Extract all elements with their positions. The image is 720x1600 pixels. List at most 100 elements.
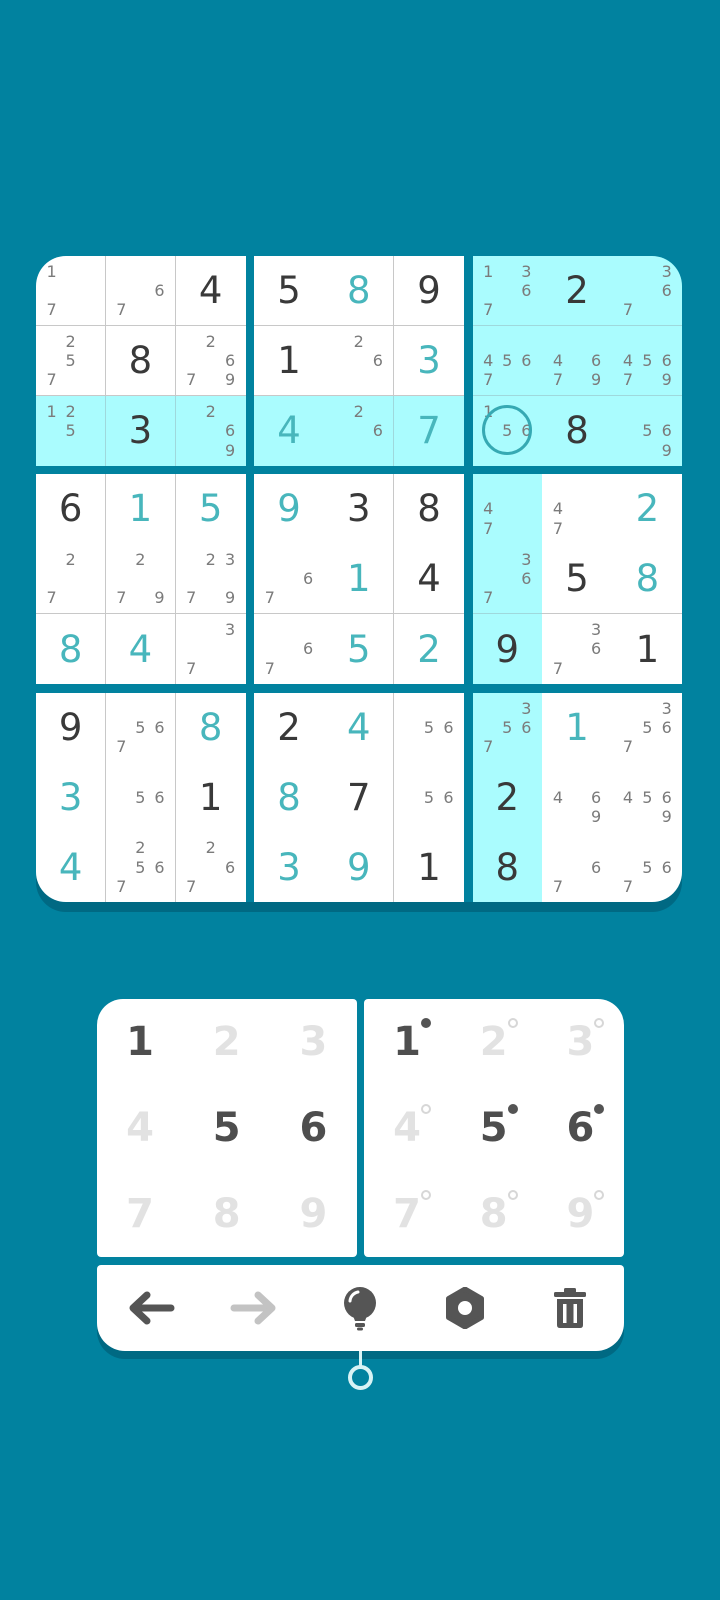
board-cell-r3c9[interactable]: 569 (612, 395, 682, 466)
board-cell-r5c8[interactable]: 5 (542, 544, 613, 615)
note-key-3[interactable]: 3 (537, 999, 623, 1085)
board-cell-r1c1[interactable]: 17 (36, 256, 107, 327)
value-key-8[interactable]: 8 (184, 1171, 270, 1257)
note-key-7[interactable]: 7 (364, 1171, 450, 1257)
undo-button[interactable] (97, 1265, 202, 1351)
board-cell-r6c5[interactable]: 5 (324, 613, 395, 685)
value-key-2[interactable]: 2 (184, 999, 270, 1085)
board-cell-r6c9[interactable]: 1 (612, 613, 682, 685)
board-cell-r1c4[interactable]: 5 (254, 256, 325, 327)
board-cell-r8c4[interactable]: 8 (254, 762, 325, 833)
board-cell-r7c7[interactable]: 356 7 (472, 692, 543, 763)
note-key-1[interactable]: 1 (364, 999, 450, 1085)
board-cell-r6c3[interactable]: 37 (175, 613, 246, 685)
board-cell-r4c6[interactable]: 8 (393, 474, 465, 545)
board-cell-r5c6[interactable]: 4 (393, 544, 465, 615)
board-cell-r8c3[interactable]: 1 (175, 762, 246, 833)
hint-button[interactable] (307, 1265, 412, 1351)
board-cell-r1c3[interactable]: 4 (175, 256, 246, 327)
note-key-4[interactable]: 4 (364, 1085, 450, 1171)
note-key-5[interactable]: 5 (451, 1085, 537, 1171)
board-cell-r2c1[interactable]: 257 (36, 325, 107, 397)
board-cell-r9c3[interactable]: 26 7 (175, 832, 246, 902)
board-cell-r7c5[interactable]: 4 (324, 692, 395, 763)
board-cell-r6c2[interactable]: 4 (105, 613, 177, 685)
board-cell-r9c4[interactable]: 3 (254, 832, 325, 902)
board-cell-r8c7[interactable]: 2 (472, 762, 543, 833)
board-cell-r4c1[interactable]: 6 (36, 474, 107, 545)
board-cell-r1c8[interactable]: 2 (542, 256, 613, 327)
board-cell-r3c4[interactable]: 4 (254, 395, 325, 466)
board-cell-r2c8[interactable]: 4 6 7 9 (542, 325, 613, 397)
board-cell-r9c9[interactable]: 56 7 (612, 832, 682, 902)
value-key-4[interactable]: 4 (97, 1085, 183, 1171)
settings-button[interactable] (412, 1265, 517, 1351)
board-cell-r6c7[interactable]: 9 (472, 613, 543, 685)
board-cell-r5c3[interactable]: 23 7 9 (175, 544, 246, 615)
board-cell-r9c8[interactable]: 67 (542, 832, 613, 902)
board-cell-r7c9[interactable]: 356 7 (612, 692, 682, 763)
board-cell-r2c7[interactable]: 456 7 (472, 325, 543, 397)
note-key-9[interactable]: 9 (537, 1171, 623, 1257)
board-cell-r1c6[interactable]: 9 (393, 256, 465, 327)
note-key-8[interactable]: 8 (451, 1171, 537, 1257)
board-cell-r7c1[interactable]: 9 (36, 692, 107, 763)
value-key-3[interactable]: 3 (270, 999, 356, 1085)
board-cell-r1c5[interactable]: 8 (324, 256, 395, 327)
board-cell-r5c5[interactable]: 1 (324, 544, 395, 615)
redo-button[interactable] (202, 1265, 307, 1351)
board-cell-r4c9[interactable]: 2 (612, 474, 682, 545)
board-cell-r8c2[interactable]: 56 (105, 762, 177, 833)
board-cell-r5c9[interactable]: 8 (612, 544, 682, 615)
board-cell-r9c6[interactable]: 1 (393, 832, 465, 902)
board-cell-r7c4[interactable]: 2 (254, 692, 325, 763)
board-cell-r8c8[interactable]: 4 69 (542, 762, 613, 833)
note-key-2[interactable]: 2 (451, 999, 537, 1085)
board-cell-r4c5[interactable]: 3 (324, 474, 395, 545)
value-key-7[interactable]: 7 (97, 1171, 183, 1257)
board-cell-r6c6[interactable]: 2 (393, 613, 465, 685)
board-cell-r2c6[interactable]: 3 (393, 325, 465, 397)
board-cell-r9c5[interactable]: 9 (324, 832, 395, 902)
board-cell-r3c5[interactable]: 26 (324, 395, 395, 466)
board-cell-r2c3[interactable]: 26 7 9 (175, 325, 246, 397)
board-cell-r7c8[interactable]: 1 (542, 692, 613, 763)
board-cell-r3c1[interactable]: 125 (36, 395, 107, 466)
board-cell-r4c3[interactable]: 5 (175, 474, 246, 545)
board-cell-r9c1[interactable]: 4 (36, 832, 107, 902)
board-cell-r3c3[interactable]: 269 (175, 395, 246, 466)
board-cell-r2c9[interactable]: 456 7 9 (612, 325, 682, 397)
value-key-6[interactable]: 6 (270, 1085, 356, 1171)
board-cell-r9c2[interactable]: 256 7 (105, 832, 177, 902)
board-cell-r5c1[interactable]: 27 (36, 544, 107, 615)
note-key-6[interactable]: 6 (537, 1085, 623, 1171)
board-cell-r8c6[interactable]: 56 (393, 762, 465, 833)
board-cell-r1c9[interactable]: 36 7 (612, 256, 682, 327)
board-cell-r5c7[interactable]: 36 7 (472, 544, 543, 615)
board-cell-r4c4[interactable]: 9 (254, 474, 325, 545)
board-cell-r6c4[interactable]: 67 (254, 613, 325, 685)
panel-handle-button[interactable] (348, 1365, 373, 1390)
board-cell-r1c7[interactable]: 1 36 7 (472, 256, 543, 327)
board-cell-r3c6[interactable]: 7 (393, 395, 465, 466)
board-cell-r5c4[interactable]: 67 (254, 544, 325, 615)
board-cell-r4c8[interactable]: 47 (542, 474, 613, 545)
board-cell-r2c4[interactable]: 1 (254, 325, 325, 397)
board-cell-r7c6[interactable]: 56 (393, 692, 465, 763)
board-cell-r6c1[interactable]: 8 (36, 613, 107, 685)
board-cell-r2c2[interactable]: 8 (105, 325, 177, 397)
board-cell-r8c5[interactable]: 7 (324, 762, 395, 833)
value-key-9[interactable]: 9 (270, 1171, 356, 1257)
board-cell-r7c3[interactable]: 8 (175, 692, 246, 763)
board-cell-r8c1[interactable]: 3 (36, 762, 107, 833)
board-cell-r3c7[interactable]: 156 (472, 395, 543, 466)
board-cell-r4c2[interactable]: 1 (105, 474, 177, 545)
board-cell-r1c2[interactable]: 67 (105, 256, 177, 327)
board-cell-r6c8[interactable]: 36 7 (542, 613, 613, 685)
board-cell-r5c2[interactable]: 27 9 (105, 544, 177, 615)
board-cell-r9c7[interactable]: 8 (472, 832, 543, 902)
value-key-5[interactable]: 5 (184, 1085, 270, 1171)
board-cell-r3c8[interactable]: 8 (542, 395, 613, 466)
delete-button[interactable] (517, 1265, 622, 1351)
board-cell-r3c2[interactable]: 3 (105, 395, 177, 466)
